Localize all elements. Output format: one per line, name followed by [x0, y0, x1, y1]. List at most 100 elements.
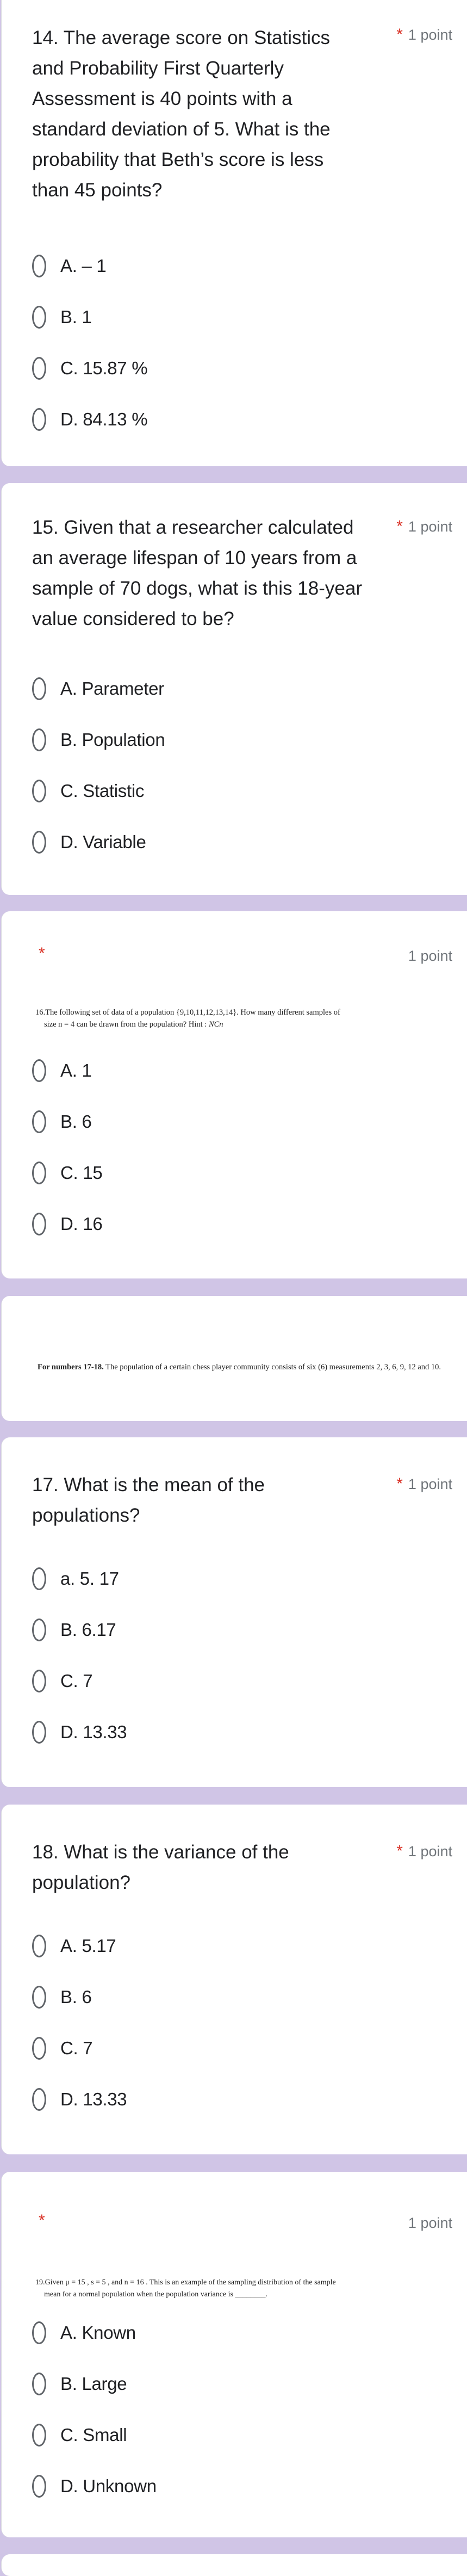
question-text-line2: size n = 4 can be drawn from the populat… [35, 1018, 447, 1030]
option-label: C. 7 [60, 2038, 93, 2058]
radio-button-icon[interactable] [32, 255, 46, 277]
question-header: 18. What is the variance of the populati… [32, 1837, 452, 1898]
question-title: 14. The average score on Statistics and … [32, 27, 331, 201]
option-a[interactable]: A. Known [32, 2307, 157, 2358]
option-label: C. Statistic [60, 781, 145, 801]
combination-hint: NCn [208, 1020, 223, 1029]
option-c[interactable]: C. Statistic [32, 765, 165, 817]
radio-button-icon[interactable] [32, 1935, 46, 1957]
radio-button-icon[interactable] [32, 408, 46, 431]
question-text-line2: mean for a normal population when the po… [44, 2290, 267, 2299]
question-meta: * 1 point [396, 516, 452, 538]
option-c[interactable]: C. 7 [32, 1655, 127, 1707]
required-asterisk: * [396, 517, 403, 535]
option-c[interactable]: C. 15.87 % [32, 343, 148, 394]
next-question-card [1, 2554, 467, 2576]
option-d[interactable]: D. 84.13 % [32, 394, 148, 445]
question-meta: * 1 point [396, 1840, 452, 1862]
option-d[interactable]: D. 16 [32, 1199, 103, 1250]
option-b[interactable]: B. 1 [32, 292, 147, 343]
option-d[interactable]: D. 13.33 [32, 1707, 127, 1758]
option-label: D. 16 [60, 1214, 103, 1234]
option-label: D. Variable [60, 832, 146, 852]
question-card-16: * 1 point 16.The following set of data o… [1, 911, 467, 1278]
option-b[interactable]: B. Population [32, 714, 165, 765]
required-asterisk: * [396, 1475, 403, 1493]
required-asterisk: * [39, 944, 45, 962]
option-b[interactable]: B. 6.17 [32, 1604, 127, 1655]
points-label: 1 point [408, 1476, 452, 1492]
option-label: C. 15 [60, 1163, 103, 1183]
info-card-17-18: For numbers 17-18. The population of a c… [1, 1296, 467, 1421]
question-header: 14. The average score on Statistics and … [32, 23, 452, 206]
option-a[interactable]: A. Parameter [32, 663, 165, 714]
option-c[interactable]: C. 7 [32, 2023, 127, 2074]
radio-button-icon[interactable] [32, 728, 46, 751]
radio-button-icon[interactable] [32, 831, 46, 854]
radio-button-icon[interactable] [32, 780, 46, 802]
option-c[interactable]: C. Small [32, 2410, 157, 2461]
option-label: A. Known [60, 2322, 136, 2343]
option-label: C. Small [60, 2425, 127, 2445]
options-group: A. 1 B. 6 C. 15 D. 16 [32, 1045, 103, 1250]
option-label: B. Population [60, 730, 165, 750]
radio-button-icon[interactable] [32, 1567, 46, 1590]
question-title: 15. Given that a researcher calculated a… [32, 517, 362, 629]
question-header: 17. What is the mean of the populations?… [32, 1470, 452, 1531]
option-a[interactable]: A. – 1 [32, 240, 147, 292]
radio-button-icon[interactable] [32, 357, 46, 380]
radio-button-icon[interactable] [32, 1213, 46, 1236]
option-label: D. 13.33 [60, 1722, 127, 1742]
question-card-15: 15. Given that a researcher calculated a… [1, 483, 467, 895]
option-label: A. 5.17 [60, 1936, 116, 1956]
options-group: a. 5. 17 B. 6.17 C. 7 D. 13.33 [32, 1553, 127, 1758]
required-asterisk: * [396, 1842, 403, 1860]
option-b[interactable]: B. 6 [32, 1972, 127, 2023]
radio-button-icon[interactable] [32, 677, 46, 700]
points-label: 1 point [408, 2215, 452, 2231]
radio-button-icon[interactable] [32, 2373, 46, 2395]
option-label: a. 5. 17 [60, 1568, 119, 1589]
option-d[interactable]: D. Variable [32, 817, 165, 868]
question-text-line1: 19.Given μ = 15 , s = 5 , and n = 16 . T… [35, 2278, 336, 2287]
radio-button-icon[interactable] [32, 1670, 46, 1692]
info-body: The population of a certain chess player… [103, 1363, 441, 1372]
radio-button-icon[interactable] [32, 2424, 46, 2447]
radio-button-icon[interactable] [32, 1162, 46, 1184]
question-title: 18. What is the variance of the populati… [32, 1842, 289, 1893]
option-a[interactable]: A. 5.17 [32, 1920, 127, 1972]
option-d[interactable]: D. Unknown [32, 2461, 157, 2512]
options-group: A. Known B. Large C. Small D. Unknown [32, 2307, 157, 2512]
option-c[interactable]: C. 15 [32, 1147, 103, 1199]
question-text-line2-body: size n = 4 can be drawn from the populat… [44, 1020, 209, 1029]
radio-button-icon[interactable] [32, 306, 46, 329]
question-card-19: * 1 point 19.Given μ = 15 , s = 5 , and … [1, 2172, 467, 2537]
option-a[interactable]: A. 1 [32, 1045, 102, 1096]
question-card-18: 18. What is the variance of the populati… [1, 1805, 467, 2154]
question-header: * 1 point [32, 942, 452, 969]
radio-button-icon[interactable] [32, 1110, 46, 1133]
radio-button-icon[interactable] [32, 2037, 46, 2060]
option-label: A. – 1 [60, 256, 107, 276]
option-label: B. 6 [60, 1987, 92, 2007]
radio-button-icon[interactable] [32, 2475, 46, 2498]
question-card-14: 14. The average score on Statistics and … [1, 0, 467, 466]
radio-button-icon[interactable] [32, 1619, 46, 1641]
radio-button-icon[interactable] [32, 1059, 46, 1082]
option-b[interactable]: B. Large [32, 2358, 157, 2410]
radio-button-icon[interactable] [32, 1986, 46, 2009]
radio-button-icon[interactable] [32, 1721, 46, 1744]
question-meta: * 1 point [396, 24, 452, 46]
option-b[interactable]: B. 6 [32, 1096, 102, 1147]
question-image-text: 19.Given μ = 15 , s = 5 , and n = 16 . T… [35, 2277, 447, 2301]
radio-button-icon[interactable] [32, 2321, 46, 2344]
option-label: B. 6.17 [60, 1620, 116, 1640]
radio-button-icon[interactable] [32, 2088, 46, 2111]
question-title: 17. What is the mean of the populations? [32, 1474, 265, 1526]
option-a[interactable]: a. 5. 17 [32, 1553, 127, 1604]
option-label: B. 1 [60, 307, 92, 327]
question-header: 15. Given that a researcher calculated a… [32, 512, 452, 634]
option-label: D. 84.13 % [60, 409, 148, 429]
points-label: 1 point [408, 948, 452, 964]
option-d[interactable]: D. 13.33 [32, 2074, 127, 2125]
